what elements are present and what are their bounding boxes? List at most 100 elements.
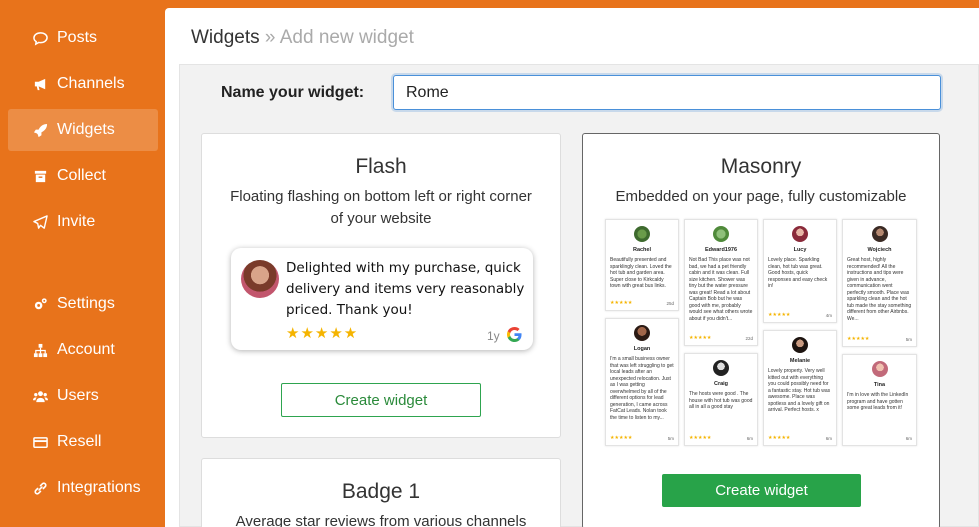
widget-card-description: Floating flashing on bottom left or righ… [230,188,532,227]
widget-card-description: Embedded on your page, fully customizabl… [615,188,907,205]
review-text: Lovely property. Very well kitted out wi… [768,368,831,413]
review-text: Not Bad This place was not bad, we had a… [689,257,753,322]
review-text: Lovely place. Sparkling clean, hot tub w… [768,257,828,289]
sidebar-item-channels[interactable]: Channels [8,63,158,105]
avatar [241,260,279,298]
widget-name-input[interactable] [393,75,941,110]
star-rating: ★★★★★ [768,312,791,318]
link-icon [32,480,48,496]
widget-card-masonry: Masonry Embedded on your page, fully cus… [582,133,940,527]
review-age: 1y [487,329,500,343]
widget-card-flash: Flash Floating flashing on bottom left o… [201,133,561,438]
breadcrumb-title[interactable]: Widgets [191,27,260,48]
create-flash-widget-button[interactable]: Create widget [281,383,481,417]
review-text: Great host, highly recommended! All the … [847,257,912,322]
avatar [792,337,808,353]
reviewer-name: Logan [633,346,651,352]
star-rating: ★★★★★ [768,435,791,441]
sidebar-item-widgets[interactable]: Widgets [8,109,158,151]
star-rating: ★★★★★ [286,325,359,342]
chat-bubble-icon [32,30,48,46]
sidebar-item-users[interactable]: Users [8,375,158,417]
sidebar-item-invite[interactable]: Invite [8,201,158,243]
masonry-tile: Wojciech Great host, highly recommended!… [842,219,917,347]
sidebar-item-posts[interactable]: Posts [8,17,158,59]
review-text: Beautifully presented and sparklingly cl… [610,257,672,289]
sidebar-item-resell[interactable]: Resell [8,421,158,463]
masonry-tile: Craig The hosts were good . The house wi… [684,353,758,446]
sidebar-item-collect[interactable]: Collect [8,155,158,197]
breadcrumb-separator: » [264,27,276,48]
avatar [871,361,888,377]
rocket-icon [32,122,48,138]
breadcrumb-current: Add new widget [279,27,414,48]
sidebar-item-label: Posts [57,29,98,46]
review-age: 6m [746,436,753,441]
review-age: 6m [825,436,832,441]
avatar [871,226,888,242]
masonry-tile: Lucy Lovely place. Sparkling clean, hot … [763,219,837,323]
star-rating: ★★★★★ [847,336,870,342]
masonry-tile: Edward1976 Not Bad This place was not ba… [684,219,758,346]
gears-icon [32,296,48,312]
masonry-tile: Logan I'm a small business owner that wa… [605,318,679,446]
google-icon [507,327,522,342]
avatar [634,325,650,341]
credit-card-icon [32,434,48,450]
paper-plane-icon [32,214,48,230]
masonry-tile: Rachel Beautifully presented and sparkli… [605,219,679,311]
reviewer-name: Lucy [793,247,807,253]
widget-name-label: Name your widget: [221,84,365,101]
reviewer-name: Tina [873,382,886,388]
sidebar-item-label: Widgets [57,121,115,138]
sidebar-item-label: Resell [57,433,102,450]
sitemap-icon [32,342,48,358]
star-rating: ★★★★★ [689,435,712,441]
widget-card-title: Badge 1 [341,480,421,503]
widget-card-description: Average star reviews from various channe… [235,513,527,527]
reviewer-name: Edward1976 [704,247,738,253]
avatar [713,360,729,376]
sidebar-item-label: Invite [57,213,96,230]
sidebar-item-integrations[interactable]: Integrations [8,467,158,509]
inbox-icon [32,168,48,184]
widget-card-badge: Badge 1 Average star reviews from variou… [201,458,561,527]
review-age: 5m [667,436,674,441]
reviewer-name: Rachel [632,247,652,253]
flash-preview: Delighted with my purchase, quick delive… [231,248,533,350]
masonry-preview: Rachel Beautifully presented and sparkli… [605,219,918,447]
avatar [792,226,808,242]
widget-card-title: Masonry [720,155,802,178]
reviewer-name: Melanie [789,358,811,364]
sidebar-item-account[interactable]: Account [8,329,158,371]
masonry-tile: Melanie Lovely property. Very well kitte… [763,330,837,446]
review-text: I'm in love with the LinkedIn program an… [847,392,909,411]
star-rating: ★★★★★ [610,435,633,441]
review-age: 25d [666,301,674,306]
masonry-tile: Tina I'm in love with the LinkedIn progr… [842,354,917,446]
sidebar-item-settings[interactable]: Settings [8,283,158,325]
review-text: The hosts were good . The house with hot… [689,391,753,410]
create-masonry-widget-button[interactable]: Create widget [662,474,861,507]
widget-form-panel: Name your widget: Flash Floating flashin… [179,64,979,527]
users-icon [32,388,48,404]
review-age: 6m [905,436,912,441]
review-age: 5m [905,337,912,342]
review-text: I'm a small business owner that was left… [610,356,674,421]
sidebar-item-label: Settings [57,295,115,312]
widget-card-title: Flash [355,155,407,178]
sidebar: Posts Channels Widgets Collect Invite Se… [0,0,160,527]
sidebar-item-label: Integrations [57,479,141,496]
reviewer-name: Craig [713,381,729,387]
review-age: 4m [825,313,832,318]
avatar [713,226,729,242]
sidebar-item-label: Channels [57,75,125,92]
review-text: Delighted with my purchase, quick delive… [286,260,525,318]
megaphone-icon [32,76,48,92]
sidebar-item-label: Users [57,387,99,404]
star-rating: ★★★★★ [689,335,712,341]
sidebar-item-label: Account [57,341,115,358]
reviewer-name: Wojciech [867,247,892,253]
avatar [634,226,650,242]
review-age: 22d [745,336,753,341]
